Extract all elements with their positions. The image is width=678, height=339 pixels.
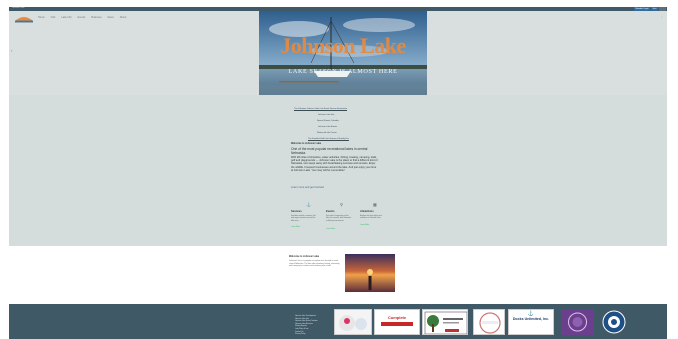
sponsor-logo-7[interactable] (599, 309, 629, 335)
nav-item-events[interactable]: Events (78, 16, 86, 19)
pin-icon: ⚲ (340, 202, 343, 207)
welcome-block-text: Johnson Lake is a popular recreation are… (289, 260, 340, 268)
site-footer: Johnson Lake Development Johnson Lake In… (9, 304, 667, 339)
nav-item-about[interactable]: About (120, 16, 127, 19)
sponsor-logo-docks-unlimited[interactable]: ⚓ Docks Unlimited, Inc. (508, 309, 554, 335)
site-logo[interactable] (14, 14, 34, 23)
content-link-6[interactable]: The Frankfurt Hall Lake Season of Family… (308, 138, 349, 140)
page-root: Johnson Lake Member Login Join Home Visi… (0, 0, 678, 339)
sponsor-logo-6[interactable] (561, 309, 594, 335)
content-link-5[interactable]: Watercraft Info Center (317, 132, 337, 134)
content-link-2[interactable]: Johnson Lake Info (318, 114, 334, 116)
feature-title-events: Events (326, 210, 335, 213)
welcome-heading: Welcome to Johnson Lake (291, 142, 322, 145)
learn-more-link[interactable]: Learn more and get involved (291, 186, 324, 189)
sponsor-logo-2[interactable]: Complete (374, 309, 420, 335)
sponsor-logo-1[interactable] (334, 309, 372, 335)
site-header: Home Visit Lake Info Events Business New… (9, 11, 667, 95)
footer-links: Johnson Lake Development Johnson Lake In… (295, 315, 318, 336)
feature-link-events[interactable]: Learn More (326, 228, 335, 230)
body-text: With 28 miles of shoreline, water activi… (291, 156, 378, 172)
feature-text-attractions: Explore the best sights and activities a… (360, 215, 382, 220)
main-content: The Valentine Johnson Lake Live Event Se… (9, 95, 667, 246)
sunset-image (345, 254, 395, 292)
hero-subtitle: LAKE SEASON IS ALMOST HERE (288, 68, 398, 75)
nav-item-home[interactable]: Home (38, 16, 45, 19)
sponsor-logo-4[interactable] (473, 309, 505, 335)
sponsor-logo-3[interactable] (422, 309, 468, 335)
sponsor-name-complete: Complete (387, 315, 407, 320)
intro-text: One of the most popular recreational lak… (291, 147, 368, 155)
welcome-block: Welcome to Johnson Lake Johnson Lake is … (289, 255, 345, 268)
search-icon[interactable]: ⌕ (661, 15, 663, 19)
calendar-icon: ▦ (373, 202, 377, 207)
prev-slide-icon[interactable]: ‹ (11, 48, 12, 53)
nav-item-lake-info[interactable]: Lake Info (61, 16, 71, 19)
footer-link[interactable]: Privacy Policy (295, 333, 318, 336)
hero-title: Johnson Lake (280, 33, 406, 58)
anchor-icon: ⚓ (306, 202, 311, 207)
feature-text-services: Find boat rentals, marinas, fuel and rep… (291, 215, 316, 222)
feature-link-services[interactable]: Learn More (291, 226, 300, 228)
feature-link-attractions[interactable]: Learn More (360, 224, 369, 226)
feature-text-events: See what's happening at the lake this se… (326, 215, 352, 222)
site-title: Johnson Lake (12, 7, 25, 9)
main-nav: Home Visit Lake Info Events Business New… (38, 16, 126, 19)
feature-title-attractions: Attractions (360, 210, 374, 213)
sponsor-name-docks: Docks Unlimited, Inc. (512, 317, 550, 321)
content-link-3[interactable]: Special Events Calendar (317, 120, 339, 122)
content-link-4[interactable]: Johnson Lake Events (318, 126, 337, 128)
feature-title-services: Services (291, 210, 302, 213)
content-link-1[interactable]: The Valentine Johnson Lake Live Event Se… (294, 108, 347, 110)
welcome-block-heading: Welcome to Johnson Lake (289, 255, 320, 258)
nav-item-visit[interactable]: Visit (51, 16, 56, 19)
nav-item-business[interactable]: Business (91, 16, 101, 19)
nav-item-news[interactable]: News (107, 16, 113, 19)
